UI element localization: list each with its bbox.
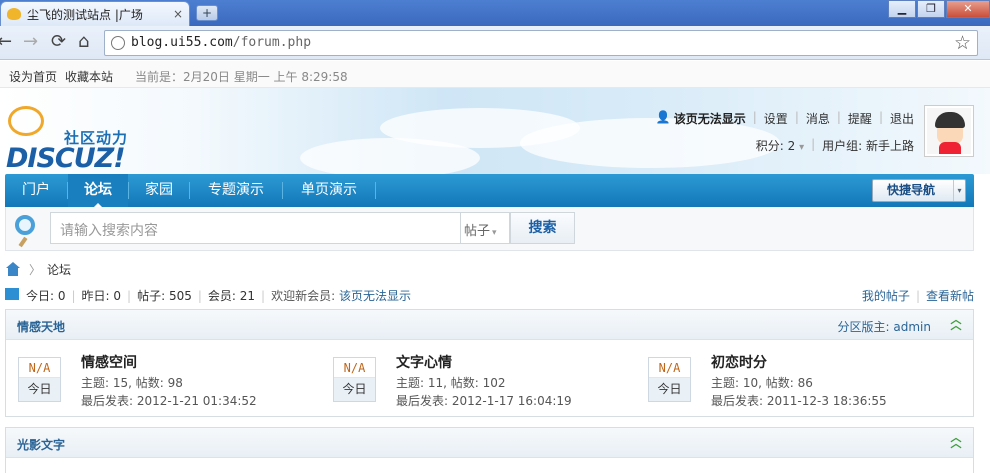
- search-icon: [15, 215, 35, 235]
- search-type-select[interactable]: 帖子 ▾: [460, 212, 510, 244]
- search-input[interactable]: 请输入搜索内容: [50, 212, 460, 244]
- site-topbar: 设为首页 收藏本站 当前是：2月20日 星期一 上午 8:29:58: [0, 61, 990, 88]
- category-header: 情感天地 分区版主: admin ︿ ︿: [6, 310, 973, 340]
- credits-link[interactable]: 积分: 2 ▾: [756, 137, 804, 154]
- browser-toolbar: ← → ⟳ ⌂ blog.ui55.com/forum.php ☆: [0, 26, 990, 60]
- browser-tabstrip: 尘飞的测试站点 |广场 × + ▁ ❐ ✕: [0, 0, 990, 26]
- category-emotion: 情感天地 分区版主: admin ︿ ︿ N/A 今日 情感空间 主题: 15, …: [5, 309, 974, 417]
- category-moderator[interactable]: 分区版主: admin: [838, 318, 931, 335]
- stat-members: 会员: 21: [207, 289, 256, 303]
- category-header: 光影文字 ︿ ︿: [6, 428, 973, 458]
- tab-close-icon[interactable]: ×: [173, 7, 183, 21]
- forum-status-icon: N/A 今日: [648, 357, 691, 402]
- category-title[interactable]: 情感天地: [17, 318, 65, 335]
- forum-item[interactable]: N/A 今日 情感空间 主题: 15, 帖数: 98 最后发表: 2012-1-…: [6, 350, 321, 410]
- forum-meta: 主题: 10, 帖数: 86: [711, 376, 813, 390]
- main-nav: 门户 论坛 家园 专题演示 单页演示 快捷导航 ▾: [5, 174, 974, 207]
- stats-chart-icon: [5, 288, 19, 300]
- site-logo[interactable]: DISCUZ!: [6, 143, 126, 174]
- user-stats: 积分: 2 ▾ | 用户组: 新手上路: [755, 137, 914, 154]
- nav-item-single-page-demo[interactable]: 单页演示: [283, 174, 375, 207]
- forum-status-icon: N/A 今日: [18, 357, 61, 402]
- forum-name[interactable]: 文字心情: [396, 352, 452, 372]
- nav-item-home[interactable]: 家园: [129, 174, 189, 207]
- back-icon[interactable]: ←: [0, 32, 12, 52]
- home-button-icon[interactable]: ⌂: [78, 32, 89, 52]
- forward-icon[interactable]: →: [23, 32, 38, 52]
- collapse-icon[interactable]: ︿ ︿: [950, 314, 962, 331]
- site-header: 社区动力 DISCUZ! 👤 该页无法显示 | 设置 | 消息 | 提醒 | 退…: [0, 88, 990, 174]
- view-new-posts-link[interactable]: 查看新帖: [926, 289, 974, 303]
- reload-icon[interactable]: ⟳: [51, 32, 66, 52]
- new-member-link[interactable]: 该页无法显示: [339, 289, 411, 303]
- username-link[interactable]: 该页无法显示: [674, 110, 746, 127]
- welcome-label: 欢迎新会员:: [271, 289, 336, 303]
- set-homepage-link[interactable]: 设为首页: [9, 68, 57, 85]
- tab-title: 尘飞的测试站点 |广场: [27, 7, 143, 22]
- logo-bubble-icon: [8, 106, 44, 136]
- chevron-down-icon: ▾: [953, 180, 965, 201]
- forum-name[interactable]: 情感空间: [81, 352, 137, 372]
- nav-item-topics-demo[interactable]: 专题演示: [190, 174, 282, 207]
- address-bar[interactable]: blog.ui55.com/forum.php ☆: [104, 30, 978, 56]
- browser-tab[interactable]: 尘飞的测试站点 |广场 ×: [0, 1, 190, 26]
- window-controls: ▁ ❐ ✕: [887, 0, 990, 20]
- messages-link[interactable]: 消息: [806, 110, 830, 127]
- forum-item[interactable]: N/A 今日 文字心情 主题: 11, 帖数: 102 最后发表: 2012-1…: [321, 350, 636, 410]
- forum-name[interactable]: 初恋时分: [711, 352, 767, 372]
- chevron-down-icon: ▾: [799, 142, 805, 153]
- new-tab-button[interactable]: +: [196, 5, 218, 21]
- reminders-link[interactable]: 提醒: [848, 110, 872, 127]
- stat-today: 今日: 0: [26, 289, 66, 303]
- forum-stats: 今日: 0 | 昨日: 0 | 帖子: 505 | 会员: 21 | 欢迎新会员: 该页无法显示…: [5, 286, 974, 304]
- breadcrumb-separator-icon: 〉: [29, 262, 42, 277]
- minimize-button[interactable]: ▁: [888, 0, 916, 18]
- forum-meta: 主题: 11, 帖数: 102: [396, 376, 506, 390]
- forum-last-post[interactable]: 最后发表: 2012-1-17 16:04:19: [396, 392, 572, 409]
- logout-link[interactable]: 退出: [890, 110, 914, 127]
- search-bar: 请输入搜索内容 帖子 ▾ 搜索: [5, 207, 974, 251]
- collapse-icon[interactable]: ︿ ︿: [950, 432, 962, 449]
- my-posts-link[interactable]: 我的帖子: [862, 289, 910, 303]
- stat-yesterday: 昨日: 0: [81, 289, 122, 303]
- bookmark-site-link[interactable]: 收藏本站: [65, 68, 113, 85]
- category-light-shadow: 光影文字 ︿ ︿: [5, 427, 974, 473]
- home-icon[interactable]: [5, 262, 21, 276]
- bookmark-star-icon[interactable]: ☆: [954, 32, 971, 54]
- breadcrumb-forum[interactable]: 论坛: [47, 261, 71, 278]
- window-close-button[interactable]: ✕: [946, 0, 990, 18]
- quick-nav-button[interactable]: 快捷导航 ▾: [872, 179, 966, 202]
- nav-item-portal[interactable]: 门户: [5, 174, 67, 207]
- nav-item-forum[interactable]: 论坛: [68, 174, 128, 207]
- globe-icon: [111, 36, 125, 50]
- breadcrumb: 〉 论坛: [5, 259, 71, 279]
- current-time: 当前是：2月20日 星期一 上午 8:29:58: [135, 70, 348, 84]
- search-button[interactable]: 搜索: [510, 212, 575, 244]
- user-icon: 👤: [655, 110, 671, 124]
- url-text: blog.ui55.com/forum.php: [131, 35, 312, 50]
- settings-link[interactable]: 设置: [764, 110, 788, 127]
- forum-item[interactable]: N/A 今日 初恋时分 主题: 10, 帖数: 86 最后发表: 2011-12…: [636, 350, 951, 410]
- maximize-button[interactable]: ❐: [917, 0, 945, 18]
- forum-meta: 主题: 15, 帖数: 98: [81, 376, 183, 390]
- usergroup-link[interactable]: 用户组: 新手上路: [822, 137, 914, 154]
- forum-last-post[interactable]: 最后发表: 2011-12-3 18:36:55: [711, 392, 887, 409]
- chevron-down-icon: ▾: [492, 228, 497, 238]
- avatar[interactable]: [924, 105, 974, 157]
- forum-last-post[interactable]: 最后发表: 2012-1-21 01:34:52: [81, 392, 257, 409]
- user-menu: 👤 该页无法显示 | 设置 | 消息 | 提醒 | 退出: [655, 110, 914, 127]
- site-favicon-icon: [7, 8, 21, 20]
- stat-posts: 帖子: 505: [137, 289, 192, 303]
- category-title[interactable]: 光影文字: [17, 436, 65, 453]
- forum-status-icon: N/A 今日: [333, 357, 376, 402]
